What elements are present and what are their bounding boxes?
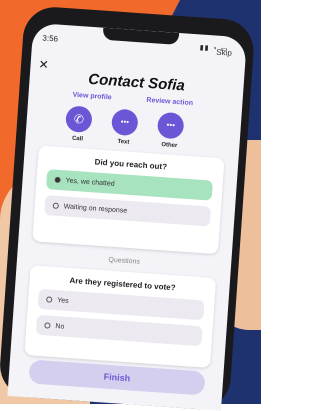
option-waiting[interactable]: Waiting on response bbox=[44, 195, 212, 227]
call-label: Call bbox=[71, 135, 84, 143]
option-label: Waiting on response bbox=[63, 202, 128, 215]
other-button[interactable]: ••• Other bbox=[155, 111, 185, 150]
option-no[interactable]: No bbox=[35, 314, 203, 347]
review-action-link[interactable]: Review action bbox=[146, 97, 193, 107]
radio-icon bbox=[46, 296, 53, 303]
skip-button[interactable]: Skip bbox=[216, 48, 232, 58]
message-icon: ••• bbox=[110, 108, 139, 137]
phone-screen: 3:56 ▮▮ ◔ ▭ Skip ✕ Contact Sofia View pr… bbox=[7, 22, 248, 411]
reach-out-card: Did you reach out? Yes, we chatted Waiti… bbox=[32, 145, 225, 255]
option-label: No bbox=[55, 322, 65, 331]
radio-icon bbox=[44, 322, 51, 329]
text-button[interactable]: ••• Text bbox=[109, 108, 139, 146]
action-buttons: ✆ Call ••• Text ••• Other bbox=[28, 103, 241, 149]
view-profile-link[interactable]: View profile bbox=[72, 92, 112, 102]
radio-icon bbox=[52, 202, 60, 209]
text-label: Text bbox=[117, 138, 130, 146]
radio-selected-icon bbox=[54, 176, 61, 184]
registered-card: Are they registered to vote? Yes No bbox=[24, 265, 217, 368]
page-title: Contact Sofia bbox=[87, 70, 186, 95]
call-button[interactable]: ✆ Call bbox=[63, 105, 93, 143]
option-label: Yes, we chatted bbox=[65, 176, 115, 188]
phone-icon: ✆ bbox=[65, 105, 93, 134]
status-time: 3:56 bbox=[42, 33, 59, 44]
more-icon: ••• bbox=[156, 111, 185, 140]
other-label: Other bbox=[161, 142, 178, 150]
option-label: Yes bbox=[56, 296, 69, 305]
